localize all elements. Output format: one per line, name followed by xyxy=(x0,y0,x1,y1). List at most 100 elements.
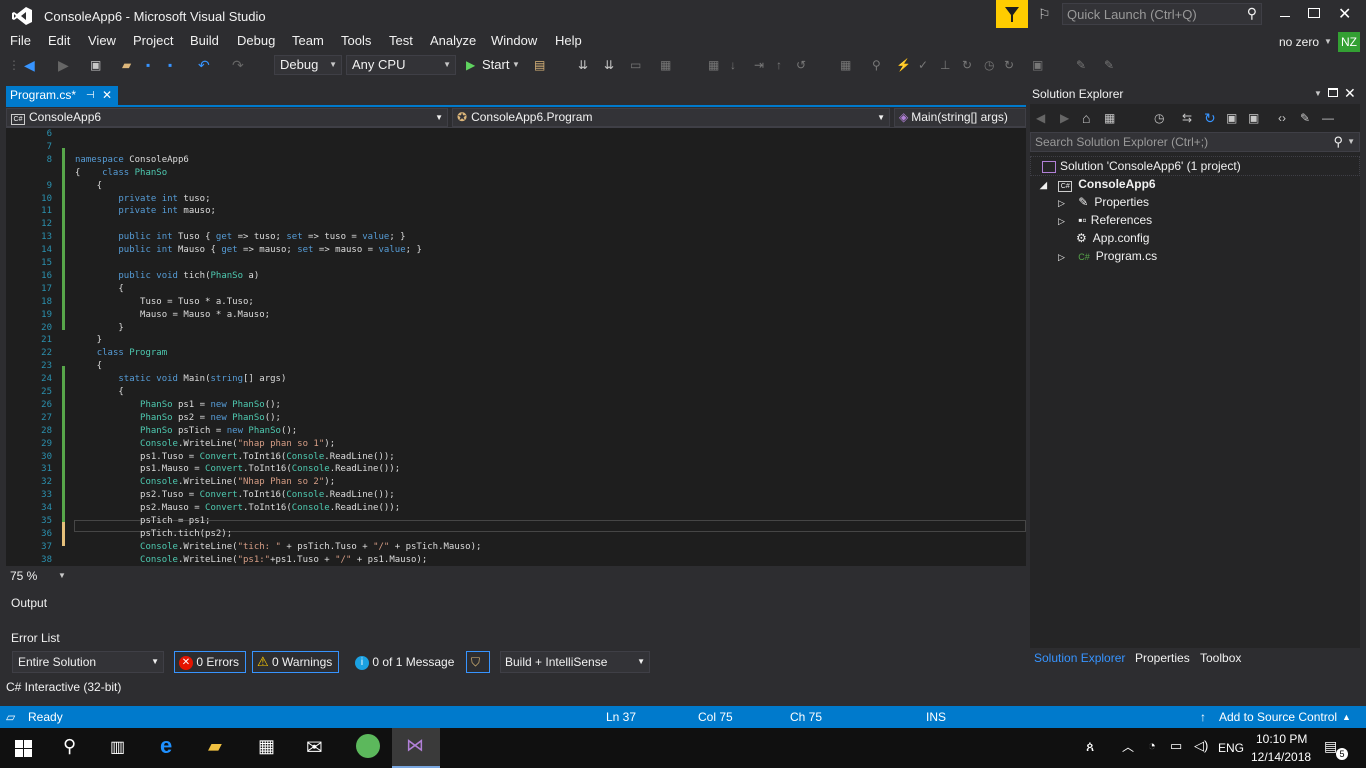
battery-icon[interactable]: ▭ xyxy=(1170,738,1182,754)
minimize-button[interactable] xyxy=(1278,6,1294,20)
menu-window[interactable]: Window xyxy=(491,33,537,48)
open-file-icon[interactable]: ▰ xyxy=(122,56,131,74)
navigate-forward-icon[interactable]: ▶ xyxy=(58,56,69,74)
people-icon[interactable]: ጰ xyxy=(1086,738,1094,755)
account-dropdown-icon[interactable]: ▼ xyxy=(1324,37,1332,46)
windows-start-icon[interactable] xyxy=(15,740,32,757)
add-to-source-control-button[interactable]: Add to Source Control xyxy=(1219,706,1337,728)
menu-tools[interactable]: Tools xyxy=(341,33,371,48)
home-icon[interactable]: ⌂ xyxy=(1082,109,1090,127)
search-icon[interactable]: ⚲ xyxy=(63,736,76,757)
code-line[interactable]: ps2.Mauso = Convert.ToInt16(Console.Read… xyxy=(75,503,400,513)
notifications-icon[interactable]: ⚐ xyxy=(1038,6,1051,23)
code-line[interactable]: Console.WriteLine("ps1:"+ps1.Tuso + "/" … xyxy=(75,555,427,565)
tree-item-properties[interactable]: ▷ ✎ Properties xyxy=(1058,195,1149,209)
step-over-icon[interactable]: ⇥ xyxy=(754,56,764,74)
se-back-icon[interactable]: ◀ xyxy=(1036,109,1045,127)
code-line[interactable]: PhanSo ps1 = new PhanSo(); xyxy=(75,400,281,410)
wrench-icon[interactable]: ✎ xyxy=(1104,56,1114,74)
zoom-dropdown-icon[interactable]: ▼ xyxy=(58,571,66,580)
file-explorer-icon[interactable]: ▰ xyxy=(208,736,222,757)
view-code-icon[interactable]: ‹› xyxy=(1278,109,1286,127)
code-line[interactable]: } xyxy=(75,323,123,333)
warnings-filter-button[interactable]: ⚠ 0 Warnings xyxy=(252,651,340,673)
expand-icon[interactable]: ▷ xyxy=(1058,252,1065,262)
start-dropdown-icon[interactable]: ▼ xyxy=(512,56,520,74)
new-project-icon[interactable]: ▣ xyxy=(90,56,101,74)
collapse-all-icon[interactable]: ▣ xyxy=(1226,109,1237,127)
code-line[interactable]: { class PhanSo xyxy=(75,168,167,178)
breakpoints-window-icon[interactable]: ▦ xyxy=(840,56,851,74)
platform-dropdown[interactable]: Any CPU ▼ xyxy=(346,55,456,75)
menu-build[interactable]: Build xyxy=(190,33,219,48)
code-line[interactable]: Console.WriteLine("nhap phan so 1"); xyxy=(75,439,335,449)
reload-icon[interactable]: ↻ xyxy=(1004,56,1014,74)
code-line[interactable]: public int Tuso { get => tuso; set => tu… xyxy=(75,232,405,242)
solution-search-box[interactable]: Search Solution Explorer (Ctrl+;) ⚲ ▼ xyxy=(1030,132,1360,152)
visual-studio-taskbar-icon[interactable]: ⋈ xyxy=(392,728,440,768)
tab-properties[interactable]: Properties xyxy=(1135,651,1190,665)
code-line[interactable]: private int tuso; xyxy=(75,194,210,204)
code-editor[interactable]: 6 7 8 namespace ConsoleApp6{ class PhanSo 9 … xyxy=(6,128,1026,566)
show-hidden-icons[interactable]: ︿ xyxy=(1122,738,1134,755)
tree-item-references[interactable]: ▷ ▪▫ References xyxy=(1058,213,1152,227)
code-line[interactable]: Console.WriteLine("tich: " + psTich.Tuso… xyxy=(75,542,481,552)
app-icon[interactable] xyxy=(356,734,380,758)
pin-icon[interactable]: ⊥ xyxy=(940,56,950,74)
uncomment-icon[interactable]: ▦ xyxy=(708,56,719,74)
close-tab-icon[interactable]: ✕ xyxy=(102,86,112,105)
code-line[interactable]: static void Main(string[] args) xyxy=(75,374,286,384)
tab-program-cs[interactable]: Program.cs* ⊣ ✕ xyxy=(6,86,118,105)
code-line[interactable]: Console.WriteLine("Nhap Phan so 2"); xyxy=(75,477,335,487)
menu-debug[interactable]: Debug xyxy=(237,33,275,48)
tree-item-app-config[interactable]: ⚙ App.config xyxy=(1076,231,1149,245)
code-line[interactable]: public void tich(PhanSo a) xyxy=(75,271,259,281)
solution-search-input[interactable]: Search Solution Explorer (Ctrl+;) xyxy=(1035,135,1208,149)
menu-team[interactable]: Team xyxy=(292,33,324,48)
navigate-back-icon[interactable]: ◀ xyxy=(24,56,35,74)
properties-icon[interactable]: ✎ xyxy=(1300,109,1310,127)
tree-item-solution[interactable]: Solution 'ConsoleApp6' (1 project) xyxy=(1042,159,1241,173)
show-all-files-icon[interactable]: ▣ xyxy=(1248,109,1259,127)
restart-icon[interactable]: ↺ xyxy=(796,56,806,74)
close-button[interactable]: ✕ xyxy=(1338,4,1351,24)
error-scope-dropdown[interactable]: Entire Solution ▼ xyxy=(12,651,164,673)
code-line[interactable]: namespace ConsoleApp6 xyxy=(75,155,189,165)
step-out-icon[interactable]: ↑ xyxy=(776,56,782,74)
refresh-icon[interactable]: ↻ xyxy=(1204,109,1216,127)
store-icon[interactable]: ▦ xyxy=(258,736,275,757)
expand-icon[interactable]: ▷ xyxy=(1058,198,1065,208)
menu-help[interactable]: Help xyxy=(555,33,582,48)
member-nav-dropdown[interactable]: ◈ Main(string[] args) xyxy=(894,108,1026,127)
refresh-icon[interactable]: ↻ xyxy=(962,56,972,74)
menu-project[interactable]: Project xyxy=(133,33,173,48)
pin-tab-icon[interactable]: ⊣ xyxy=(86,86,95,105)
error-list-title[interactable]: Error List xyxy=(11,631,60,645)
hot-reload-icon[interactable]: ⚡ xyxy=(896,56,911,74)
volume-icon[interactable]: ◁) xyxy=(1194,738,1208,754)
edge-icon[interactable]: e xyxy=(160,733,172,759)
sync-icon[interactable]: ⇆ xyxy=(1182,109,1192,127)
save-icon[interactable]: ▪ xyxy=(146,56,150,74)
zoom-level[interactable]: 75 % xyxy=(10,569,37,583)
clock-time[interactable]: 10:10 PM xyxy=(1256,732,1307,746)
switch-views-icon[interactable]: ▦ xyxy=(1104,109,1115,127)
project-nav-dropdown[interactable]: C# ConsoleApp6 ▼ xyxy=(6,108,448,127)
code-line[interactable]: Tuso = Tuso * a.Tuso; xyxy=(75,297,254,307)
preview-icon[interactable]: — xyxy=(1322,109,1334,127)
panel-close-icon[interactable]: ✕ xyxy=(1344,85,1356,102)
network-icon[interactable]: ◔ xyxy=(1148,738,1156,753)
panel-dropdown-icon[interactable]: ▼ xyxy=(1314,89,1322,98)
bookmark-icon[interactable]: ▭ xyxy=(630,56,641,74)
search-options-icon[interactable]: ▼ xyxy=(1347,133,1355,151)
code-line[interactable]: psTich.tich(ps2); xyxy=(75,529,232,539)
comment-icon[interactable]: ▦ xyxy=(660,56,671,74)
start-button[interactable]: Start xyxy=(482,56,509,74)
quick-launch-input[interactable]: Quick Launch (Ctrl+Q) xyxy=(1067,7,1197,22)
expand-icon[interactable]: ▷ xyxy=(1058,216,1065,226)
menu-file[interactable]: File xyxy=(10,33,31,48)
find-in-files-icon[interactable]: ▤ xyxy=(534,56,545,74)
solution-config-dropdown[interactable]: Debug ▼ xyxy=(274,55,342,75)
check-icon[interactable]: ✓ xyxy=(918,56,928,74)
undo-icon[interactable]: ↶ xyxy=(198,56,210,74)
